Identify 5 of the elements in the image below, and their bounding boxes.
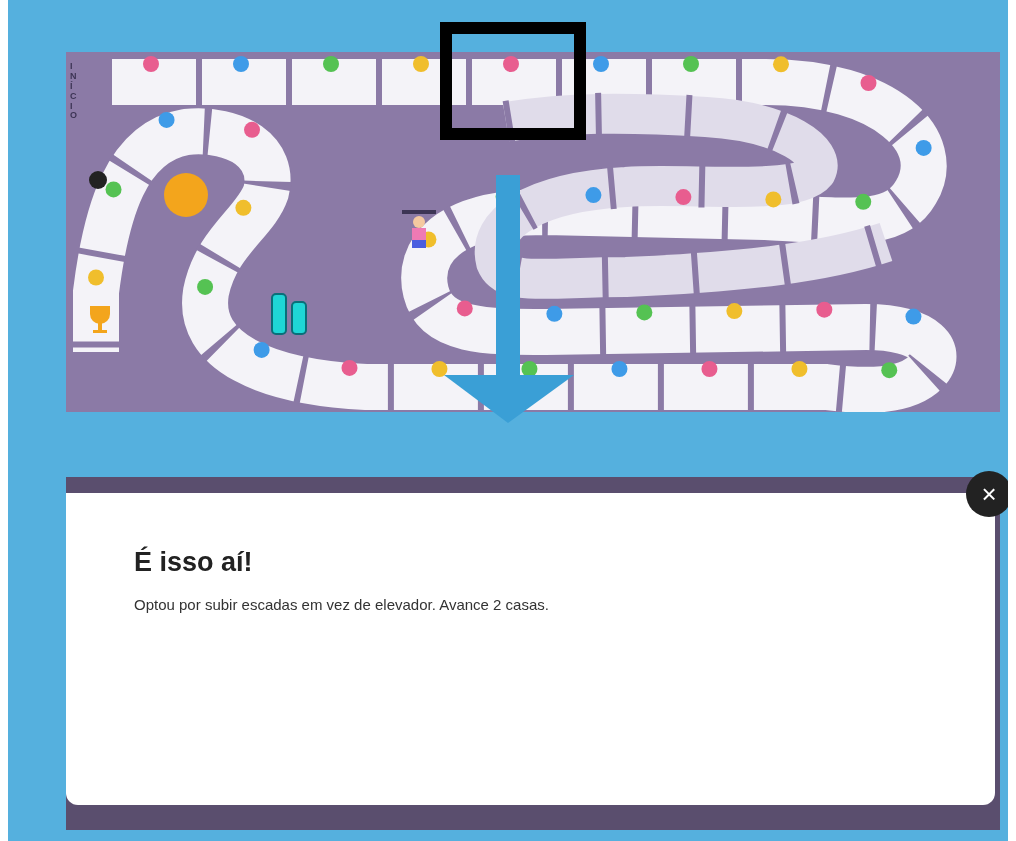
start-label: INÍCIO xyxy=(70,62,76,122)
arrow-icon xyxy=(444,175,574,423)
dialog-message: Optou por subir escadas em vez de elevador. Avance 2 casas. xyxy=(134,596,550,613)
close-button[interactable]: × xyxy=(966,471,1008,517)
dialog-title: É isso aí! xyxy=(134,547,254,578)
